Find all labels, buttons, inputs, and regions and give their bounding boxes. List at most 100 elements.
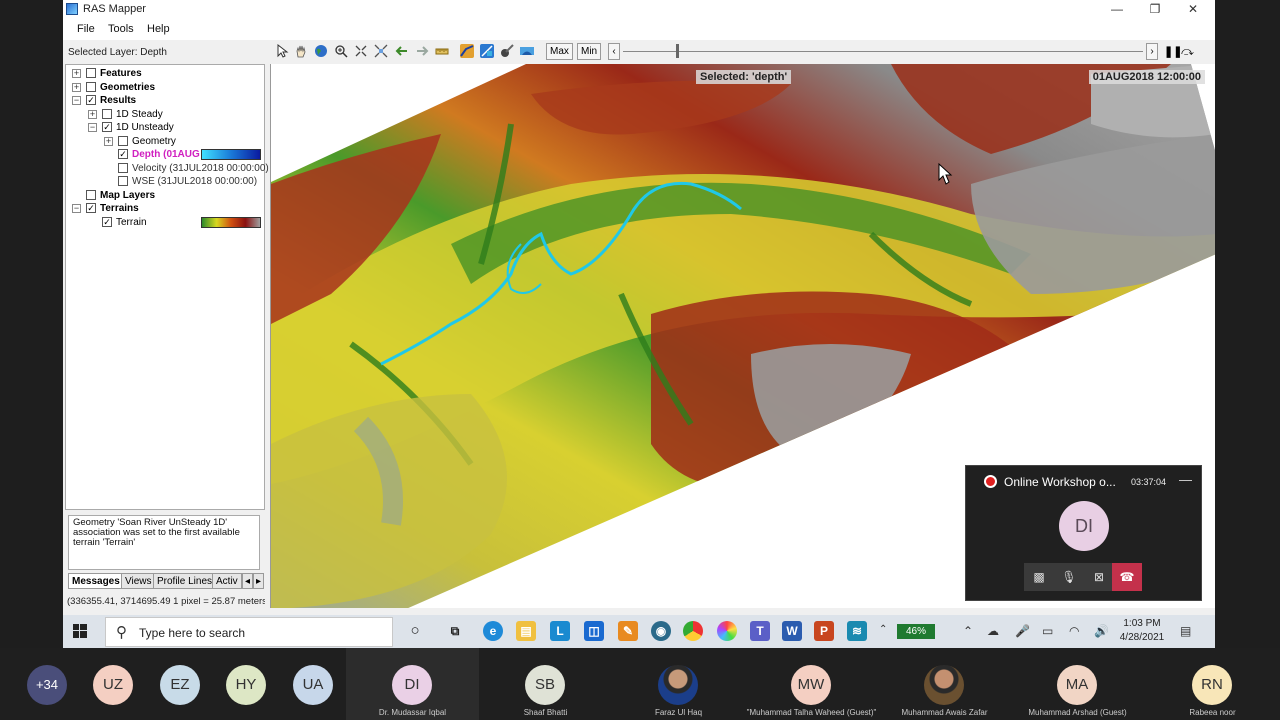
raster-query-icon[interactable] bbox=[480, 44, 494, 58]
geometries-checkbox[interactable] bbox=[86, 82, 96, 92]
teams-icon[interactable]: T bbox=[750, 621, 770, 641]
minimize-button[interactable]: — bbox=[1098, 0, 1136, 19]
battery-icon[interactable]: ▭ bbox=[1042, 624, 1053, 638]
zoom-extents-icon[interactable] bbox=[354, 44, 368, 58]
globe-search-icon[interactable]: ◉ bbox=[651, 621, 671, 641]
photos-icon[interactable] bbox=[717, 621, 737, 641]
sketch-tool-icon[interactable] bbox=[500, 44, 514, 58]
tab-views[interactable]: Views bbox=[121, 573, 156, 589]
menu-file[interactable]: File bbox=[77, 23, 95, 35]
hang-up-icon[interactable]: ☎ bbox=[1112, 563, 1142, 591]
map-layers-checkbox[interactable] bbox=[86, 190, 96, 200]
cortana-icon[interactable]: ○ bbox=[405, 621, 425, 641]
forward-arrow-icon[interactable] bbox=[415, 44, 429, 58]
close-button[interactable]: ✕ bbox=[1174, 0, 1212, 19]
depth-checkbox[interactable]: ✓ bbox=[118, 149, 128, 159]
chrome-icon[interactable] bbox=[683, 621, 703, 641]
l-app-icon[interactable]: L bbox=[550, 621, 570, 641]
collapse-icon[interactable]: − bbox=[88, 123, 97, 132]
microphone-icon[interactable]: 🎙 bbox=[1054, 563, 1084, 591]
pause-icon[interactable]: ❚❚ bbox=[1164, 45, 1182, 58]
expand-icon[interactable]: + bbox=[72, 69, 81, 78]
taskbar-search-box[interactable]: ⚲ Type here to search bbox=[105, 617, 393, 647]
tree-item-geometry[interactable]: Geometry bbox=[132, 135, 176, 148]
outlook-icon[interactable]: ◫ bbox=[584, 621, 604, 641]
tree-item-map-layers[interactable]: Map Layers bbox=[100, 189, 155, 202]
participant-tile[interactable]: Faraz Ul Haq bbox=[612, 648, 745, 720]
tree-item-features[interactable]: Features bbox=[100, 67, 142, 80]
menu-tools[interactable]: Tools bbox=[108, 23, 134, 35]
tab-activity[interactable]: Activ bbox=[212, 573, 242, 589]
terrains-checkbox[interactable]: ✓ bbox=[86, 203, 96, 213]
profile-line-icon[interactable] bbox=[460, 44, 474, 58]
collapse-icon[interactable]: − bbox=[72, 96, 81, 105]
tab-profile-lines[interactable]: Profile Lines bbox=[153, 573, 217, 589]
collapse-icon[interactable]: − bbox=[72, 204, 81, 213]
cloud-icon[interactable]: ☁ bbox=[987, 624, 999, 638]
expand-icon[interactable]: + bbox=[72, 83, 81, 92]
back-arrow-icon[interactable] bbox=[395, 44, 409, 58]
terrain-checkbox[interactable]: ✓ bbox=[102, 217, 112, 227]
edge-icon[interactable]: e bbox=[483, 621, 503, 641]
volume-icon[interactable]: 🔊 bbox=[1094, 624, 1109, 638]
time-slider-track[interactable] bbox=[623, 51, 1143, 52]
mic-tray-icon[interactable]: 🎤 bbox=[1015, 624, 1030, 638]
tree-item-depth[interactable]: Depth (01AUG bbox=[132, 148, 200, 161]
participant-tile[interactable]: Muhammad Awais Zafar bbox=[878, 648, 1011, 720]
menu-help[interactable]: Help bbox=[147, 23, 170, 35]
file-explorer-icon[interactable]: ▤ bbox=[516, 621, 536, 641]
ras-mapper-taskbar-icon[interactable]: ≋ bbox=[847, 621, 867, 641]
expand-icon[interactable]: + bbox=[88, 110, 97, 119]
full-extent-icon[interactable] bbox=[374, 44, 388, 58]
tree-item-1d-unsteady[interactable]: 1D Unsteady bbox=[116, 121, 174, 134]
pointer-icon[interactable] bbox=[275, 44, 289, 58]
step-forward-button[interactable]: › bbox=[1146, 43, 1158, 60]
meeting-minimize-button[interactable]: — bbox=[1179, 472, 1192, 487]
tree-item-terrains[interactable]: Terrains bbox=[100, 202, 139, 215]
participant-tile[interactable]: MW "Muhammad Talha Waheed (Guest)" bbox=[745, 648, 878, 720]
time-slider-thumb[interactable] bbox=[676, 44, 679, 58]
zoom-in-icon[interactable] bbox=[334, 44, 348, 58]
min-button[interactable]: Min bbox=[577, 43, 602, 60]
geometry-checkbox[interactable] bbox=[118, 136, 128, 146]
tab-scroll-right[interactable]: ▸ bbox=[253, 573, 264, 589]
participant-tile[interactable]: SB Shaaf Bhatti bbox=[479, 648, 612, 720]
measure-icon[interactable] bbox=[435, 44, 449, 58]
tree-item-terrain[interactable]: Terrain bbox=[116, 216, 147, 229]
paint-app-icon[interactable]: ✎ bbox=[618, 621, 638, 641]
notifications-icon[interactable]: ▤ bbox=[1180, 624, 1191, 638]
expand-icon[interactable]: + bbox=[104, 137, 113, 146]
tree-item-velocity[interactable]: Velocity (31JUL2018 00:00:00) bbox=[132, 162, 269, 175]
tree-item-results[interactable]: Results bbox=[100, 94, 136, 107]
participant-tile[interactable]: DI Dr. Mudassar Iqbal bbox=[346, 648, 479, 720]
word-icon[interactable]: W bbox=[782, 621, 802, 641]
maximize-button[interactable]: ❐ bbox=[1136, 0, 1174, 19]
windows-start-icon[interactable] bbox=[73, 624, 87, 638]
tab-messages[interactable]: Messages bbox=[68, 573, 124, 589]
globe-icon[interactable] bbox=[314, 44, 328, 58]
steady-checkbox[interactable] bbox=[102, 109, 112, 119]
powerpoint-icon[interactable]: P bbox=[814, 621, 834, 641]
step-back-button[interactable]: ‹ bbox=[608, 43, 620, 60]
share-screen-icon[interactable]: ⊠ bbox=[1084, 563, 1114, 591]
tab-scroll-left[interactable]: ◂ bbox=[242, 573, 253, 589]
max-button[interactable]: Max bbox=[546, 43, 573, 60]
velocity-checkbox[interactable] bbox=[118, 163, 128, 173]
meeting-mini-window[interactable]: Online Workshop o... 03:37:04 — DI ▩ 🎙 ⊠… bbox=[965, 465, 1202, 601]
features-checkbox[interactable] bbox=[86, 68, 96, 78]
results-checkbox[interactable]: ✓ bbox=[86, 95, 96, 105]
participant-tile[interactable]: MA Muhammad Arshad (Guest) bbox=[1011, 648, 1144, 720]
tray-scroll-icon[interactable]: ⌃ bbox=[879, 624, 887, 635]
wifi-icon[interactable]: ◠ bbox=[1069, 624, 1079, 638]
task-view-icon[interactable]: ⧉ bbox=[445, 621, 465, 641]
loop-icon[interactable]: ⤼ bbox=[1181, 44, 1194, 59]
tree-item-geometries[interactable]: Geometries bbox=[100, 81, 155, 94]
participant-tile[interactable]: RN Rabeea noor bbox=[1145, 648, 1280, 720]
wse-checkbox[interactable] bbox=[118, 176, 128, 186]
show-hidden-icons[interactable]: ⌃ bbox=[963, 624, 973, 638]
camera-off-icon[interactable]: ▩ bbox=[1024, 563, 1054, 591]
participant-tile[interactable]: UA bbox=[266, 648, 346, 720]
animation-tool-icon[interactable] bbox=[520, 44, 534, 58]
tree-item-1d-steady[interactable]: 1D Steady bbox=[116, 108, 163, 121]
unsteady-checkbox[interactable]: ✓ bbox=[102, 122, 112, 132]
